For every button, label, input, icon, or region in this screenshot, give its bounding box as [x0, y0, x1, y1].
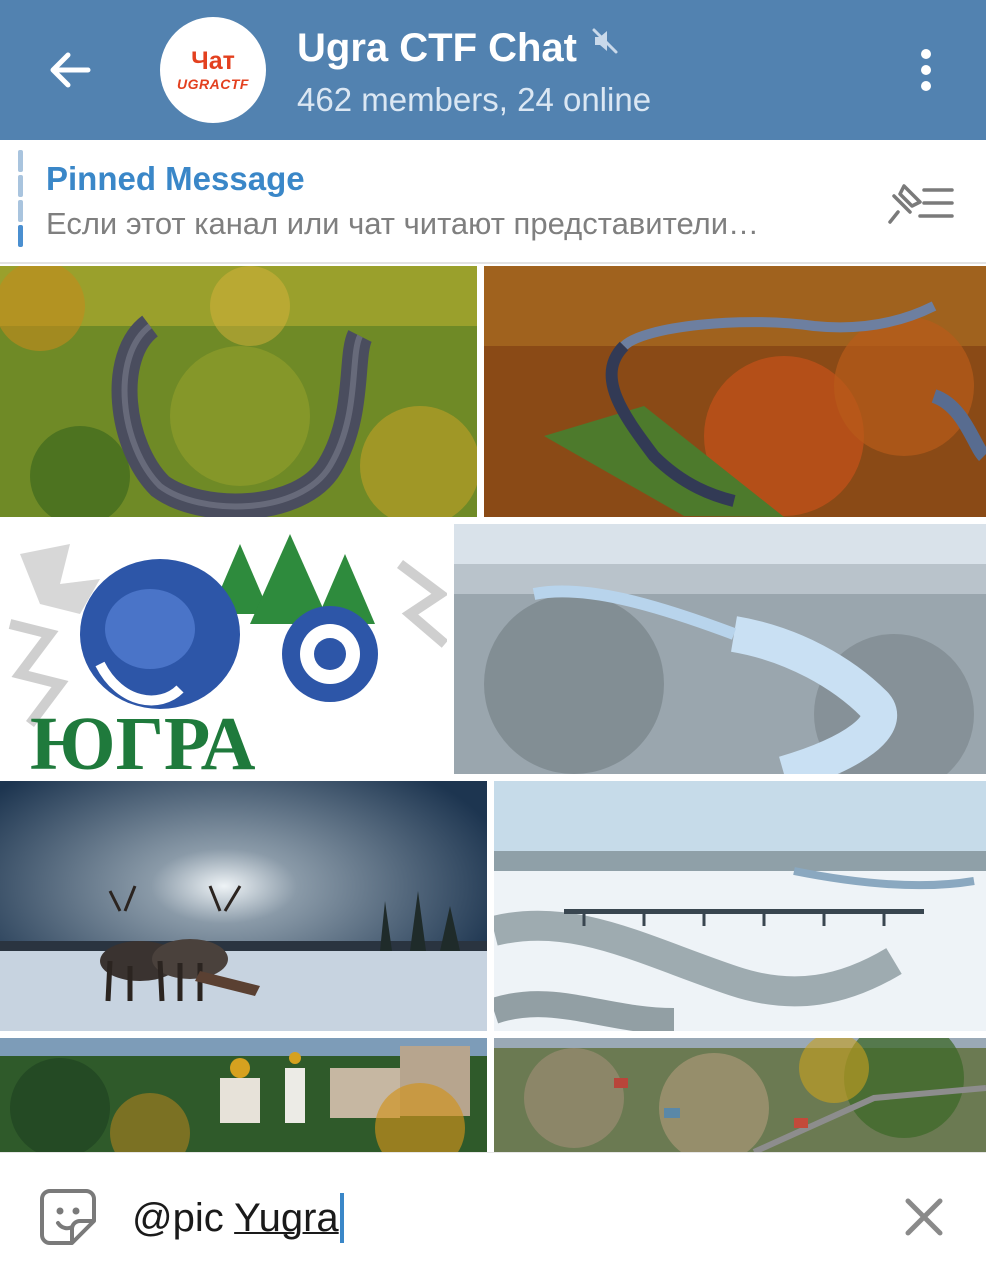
photo-river-bend-autumn[interactable] [0, 266, 477, 517]
pinned-message-bar[interactable]: Pinned Message Если этот канал или чат ч… [0, 140, 986, 264]
more-button[interactable] [896, 38, 956, 102]
pinned-indicator [18, 150, 23, 250]
chat-title-block[interactable]: Ugra CTF Chat 462 members, 24 online [297, 22, 876, 122]
message-input-bar: @pic Yugra [0, 1152, 986, 1281]
chat-members-status: 462 members, 24 online [297, 81, 652, 118]
mute-icon [591, 27, 619, 60]
sticker-button[interactable] [36, 1185, 100, 1249]
input-prefix: @pic [132, 1196, 235, 1240]
photo-church-city[interactable] [0, 1038, 487, 1152]
logo-text: ЮГРА [30, 702, 256, 774]
input-query: Yugra [234, 1196, 339, 1240]
pinned-list-button[interactable] [886, 178, 958, 228]
photo-river-autumn-forest[interactable] [484, 266, 986, 517]
back-button[interactable] [30, 35, 110, 105]
close-icon [905, 1198, 943, 1236]
more-vertical-icon [921, 49, 931, 91]
arrow-left-icon [50, 52, 91, 88]
avatar-line1: Чат [191, 47, 235, 75]
chat-avatar[interactable]: Чат UGRACTF [160, 17, 266, 123]
pinned-text: Если этот канал или чат читают представи… [46, 206, 760, 241]
photo-winter-river[interactable] [454, 524, 986, 774]
avatar-line2: UGRACTF [177, 76, 249, 92]
chat-header: Чат UGRACTF Ugra CTF Chat 462 members, 2… [0, 0, 986, 140]
clear-button[interactable] [898, 1191, 950, 1243]
photo-town-aerial[interactable] [494, 1038, 986, 1152]
pinned-title: Pinned Message [46, 160, 305, 197]
sticker-icon [40, 1189, 96, 1245]
photo-ugra-logo[interactable]: ЮГРА [0, 524, 447, 774]
photo-bridge-frozen-river[interactable] [494, 781, 986, 1031]
message-input[interactable]: @pic Yugra [132, 1193, 344, 1243]
photo-reindeer-sunset[interactable] [0, 781, 487, 1031]
text-caret [339, 1193, 344, 1243]
chat-title: Ugra CTF Chat [297, 26, 577, 70]
inline-results-grid: ЮГРА [0, 266, 986, 1152]
pin-list-icon [888, 184, 954, 224]
